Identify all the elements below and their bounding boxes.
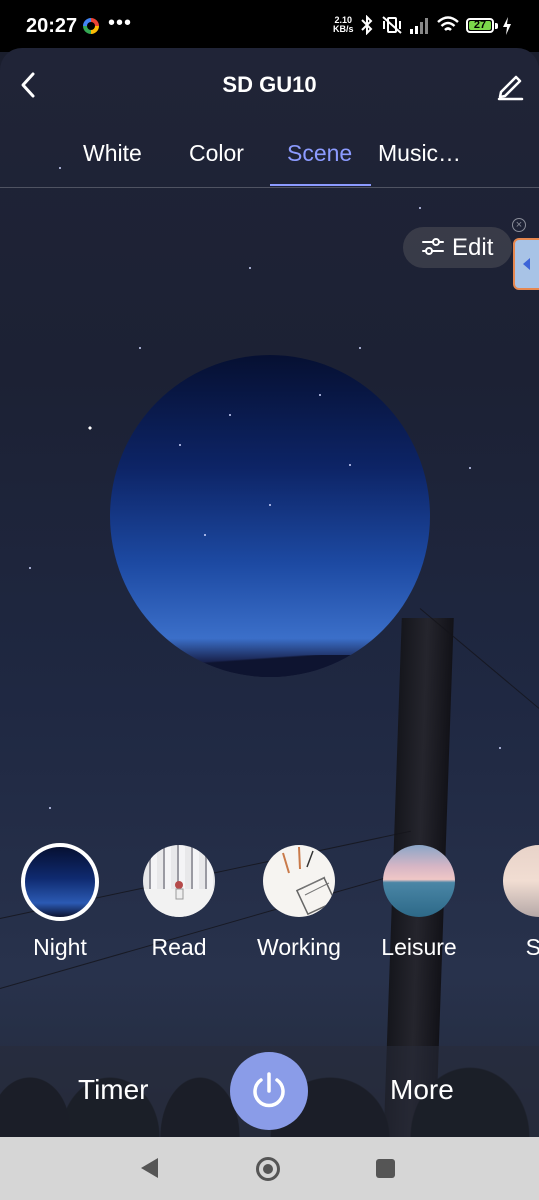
scene-label: Read <box>151 934 207 960</box>
edit-device-button[interactable] <box>495 68 525 102</box>
vibrate-off-icon <box>382 16 402 34</box>
signal-icon <box>410 18 428 34</box>
battery-tip <box>495 23 498 29</box>
system-navigation-bar <box>0 1137 539 1200</box>
pencil-icon <box>497 75 524 101</box>
scene-more-partial[interactable]: Sc <box>484 845 539 975</box>
partial-scene-thumbnail <box>503 845 539 917</box>
scene-preview-stars <box>179 394 351 536</box>
scene-label: Night <box>33 934 87 960</box>
leisure-scene-thumbnail <box>383 845 455 917</box>
page-title: SD GU10 <box>222 72 317 97</box>
scene-preview <box>110 355 430 677</box>
close-icon[interactable]: × <box>512 218 526 232</box>
more-notifications-icon: ••• <box>108 12 133 34</box>
desk-items-icon <box>282 846 335 916</box>
device-panel: SD GU10 White Color Scene Music… Edit × … <box>0 48 539 1137</box>
charging-icon <box>503 17 511 35</box>
network-speed-unit: KB/s <box>333 24 354 34</box>
battery-icon: 27 <box>466 18 494 33</box>
scene-list: Night Read Working Leisure S <box>0 843 539 975</box>
read-scene-thumbnail <box>143 845 215 917</box>
active-tab-indicator <box>270 184 371 186</box>
power-button[interactable] <box>230 1052 308 1130</box>
battery-level: 27 <box>473 19 487 31</box>
google-icon <box>83 18 99 34</box>
scene-night[interactable]: Night <box>5 843 115 975</box>
tab-scene[interactable]: Scene <box>287 140 352 167</box>
header: SD GU10 <box>0 48 539 122</box>
scene-label: Leisure <box>381 934 457 960</box>
nav-recents-icon[interactable] <box>376 1159 395 1178</box>
status-time: 20:27 <box>26 15 78 37</box>
more-button[interactable]: More <box>390 1074 454 1106</box>
tab-white[interactable]: White <box>83 140 142 167</box>
nav-home-icon[interactable] <box>256 1157 280 1181</box>
power-icon <box>253 1072 285 1108</box>
wifi-icon <box>437 16 459 31</box>
sliders-icon <box>422 238 444 255</box>
scene-preview-horizon <box>110 655 430 677</box>
reading-person-icon <box>143 881 215 917</box>
side-panel-toggle[interactable] <box>513 238 539 290</box>
working-scene-thumbnail <box>263 845 335 917</box>
status-bar: 20:27 ••• 2.10 KB/s 27 <box>0 0 539 52</box>
bluetooth-icon <box>361 15 373 35</box>
scene-read[interactable]: Read <box>124 845 234 975</box>
scene-label: Sc <box>525 934 539 960</box>
scene-label: Working <box>257 934 341 960</box>
tab-color[interactable]: Color <box>189 140 244 167</box>
edit-label: Edit <box>452 234 494 261</box>
scene-leisure[interactable]: Leisure <box>364 845 474 975</box>
bottom-action-bar: Timer More <box>0 1046 539 1137</box>
scene-working[interactable]: Working <box>244 845 354 975</box>
mode-tabs: White Color Scene Music… <box>0 132 539 188</box>
timer-button[interactable]: Timer <box>78 1074 149 1106</box>
edit-scenes-button[interactable]: Edit <box>403 227 512 268</box>
app-screen: 20:27 ••• 2.10 KB/s 27 SD GU10 White Col… <box>0 0 539 1200</box>
nav-back-icon[interactable] <box>141 1158 158 1178</box>
network-speed: 2.10 KB/s <box>333 16 354 34</box>
tab-music[interactable]: Music… <box>378 140 461 167</box>
night-scene-thumbnail <box>21 843 99 921</box>
